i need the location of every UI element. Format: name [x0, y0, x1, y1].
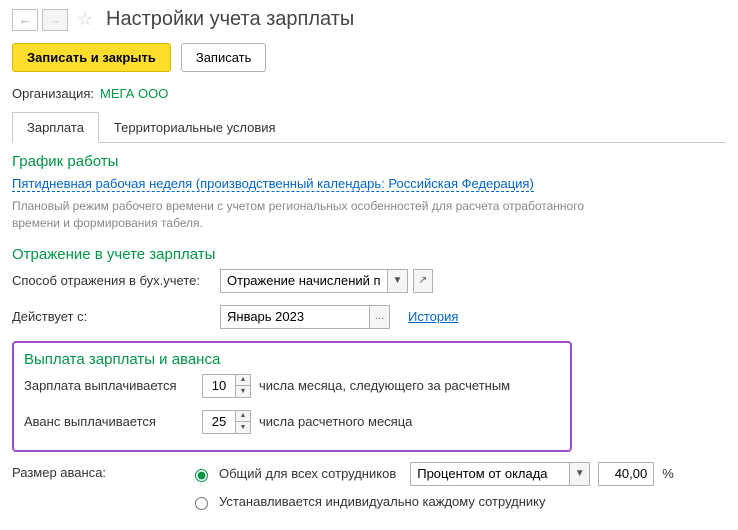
salary-paid-label: Зарплата выплачивается: [24, 378, 194, 393]
star-icon: ☆: [77, 9, 93, 30]
advance-percent-type-dropdown-button[interactable]: ▼: [570, 462, 590, 486]
caret-down-icon: ▼: [240, 388, 247, 395]
section-payout-title: Выплата зарплаты и аванса: [24, 351, 560, 368]
advance-day-up-button[interactable]: ▲: [236, 411, 250, 422]
nav-forward-button[interactable]: →: [42, 9, 68, 31]
salary-day-suffix: числа месяца, следующего за расчетным: [259, 378, 510, 393]
percent-sign: %: [662, 466, 674, 481]
save-button[interactable]: Записать: [181, 43, 267, 72]
tab-salary[interactable]: Зарплата: [12, 112, 99, 143]
open-external-icon: ↗: [419, 275, 427, 286]
salary-day-up-button[interactable]: ▲: [236, 375, 250, 386]
effective-from-input[interactable]: [220, 305, 370, 329]
schedule-link[interactable]: Пятидневная рабочая неделя (производстве…: [12, 176, 534, 192]
chevron-down-icon: ▼: [393, 275, 403, 286]
org-label: Организация:: [12, 86, 94, 101]
ellipsis-icon: …: [375, 311, 385, 322]
payout-highlight-box: Выплата зарплаты и аванса Зарплата выпла…: [12, 341, 572, 452]
arrow-right-icon: →: [49, 12, 62, 27]
advance-paid-label: Аванс выплачивается: [24, 414, 194, 429]
history-link[interactable]: История: [408, 309, 458, 324]
advance-percent-type-input[interactable]: [410, 462, 570, 486]
effective-from-label: Действует с:: [12, 309, 212, 324]
tab-territorial[interactable]: Территориальные условия: [99, 112, 291, 143]
section-schedule-title: График работы: [12, 153, 726, 170]
section-accounting-title: Отражение в учете зарплаты: [12, 246, 726, 263]
advance-day-down-button[interactable]: ▼: [236, 422, 250, 433]
schedule-help: Плановый режим рабочего времени с учетом…: [12, 198, 612, 232]
caret-down-icon: ▼: [240, 424, 247, 431]
advance-day-input[interactable]: [202, 410, 236, 434]
page-title: Настройки учета зарплаты: [106, 8, 354, 31]
advance-individual-label: Устанавливается индивидуально каждому со…: [219, 494, 546, 509]
accounting-method-input[interactable]: [220, 269, 388, 293]
advance-common-label: Общий для всех сотрудников: [219, 466, 396, 481]
caret-up-icon: ▲: [240, 412, 247, 419]
advance-percent-value-input[interactable]: [598, 462, 654, 486]
nav-back-button[interactable]: ←: [12, 9, 38, 31]
advance-common-radio[interactable]: [195, 469, 208, 482]
accounting-method-dropdown-button[interactable]: ▼: [388, 269, 408, 293]
chevron-down-icon: ▼: [575, 468, 585, 479]
org-link[interactable]: МЕГА ООО: [100, 86, 168, 101]
effective-from-picker-button[interactable]: …: [370, 305, 390, 329]
favorite-button[interactable]: ☆: [74, 9, 96, 31]
accounting-method-label: Способ отражения в бух.учете:: [12, 273, 212, 288]
salary-day-down-button[interactable]: ▼: [236, 386, 250, 397]
advance-individual-radio[interactable]: [195, 497, 208, 510]
accounting-method-open-button[interactable]: ↗: [413, 269, 433, 293]
advance-day-suffix: числа расчетного месяца: [259, 414, 412, 429]
arrow-left-icon: ←: [19, 12, 32, 27]
caret-up-icon: ▲: [240, 376, 247, 383]
advance-size-label: Размер аванса:: [12, 462, 182, 480]
save-and-close-button[interactable]: Записать и закрыть: [12, 43, 171, 72]
salary-day-input[interactable]: [202, 374, 236, 398]
